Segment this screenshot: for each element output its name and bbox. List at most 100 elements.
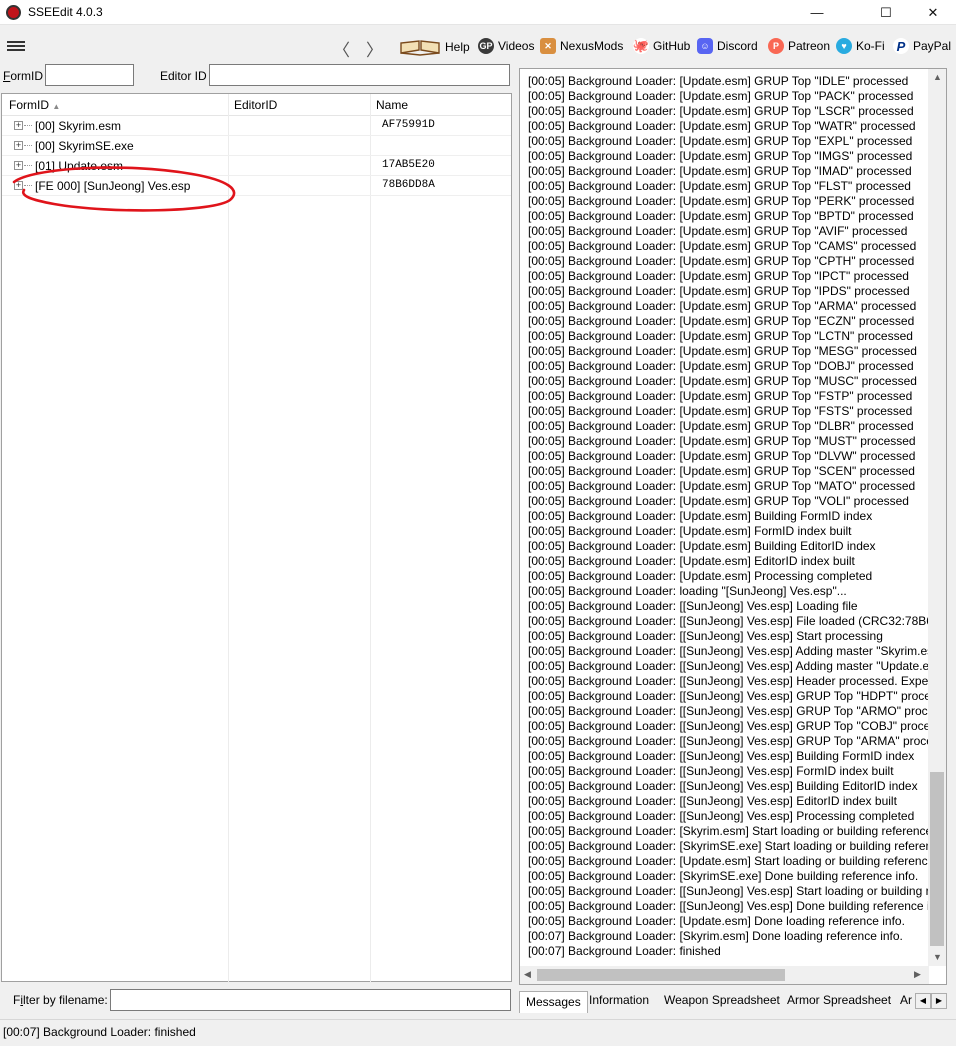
back-arrow-icon[interactable]: 〈 [333, 36, 350, 61]
log-line: [00:05] Background Loader: [SkyrimSE.exe… [528, 839, 928, 853]
status-text: [00:07] Background Loader: finished [3, 1025, 196, 1039]
tab-scroll-right-icon[interactable]: ▶ [931, 993, 947, 1009]
tree-row[interactable]: + [00] Skyrim.esm AF75991D [2, 116, 511, 136]
patreon-icon: P [768, 38, 784, 54]
videos-link[interactable]: GP Videos [478, 38, 534, 54]
tab-armor-spreadsheet[interactable]: Armor Spreadsheet [781, 990, 897, 1011]
videos-label: Videos [498, 39, 535, 53]
log-line: [00:05] Background Loader: [Update.esm] … [528, 464, 915, 478]
log-line: [00:05] Background Loader: [Update.esm] … [528, 74, 909, 88]
log-line: [00:05] Background Loader: [Update.esm] … [528, 239, 917, 253]
log-line: [00:05] Background Loader: [[SunJeong] V… [528, 734, 928, 748]
videos-icon: GP [478, 38, 494, 54]
vertical-scroll-thumb[interactable] [930, 772, 944, 946]
column-formid[interactable]: FormID ▲ [9, 98, 60, 112]
maximize-button[interactable]: ☐ [863, 0, 909, 25]
tree-row[interactable]: + [00] SkyrimSE.exe [2, 136, 511, 156]
log-line: [00:05] Background Loader: [Update.esm] … [528, 914, 905, 928]
horizontal-scroll-thumb[interactable] [537, 969, 785, 981]
log-line: [00:05] Background Loader: [Update.esm] … [528, 854, 928, 868]
filter-input[interactable] [110, 989, 511, 1011]
log-line: [00:05] Background Loader: [[SunJeong] V… [528, 674, 928, 688]
log-line: [00:05] Background Loader: [Update.esm] … [528, 509, 873, 523]
kofi-link[interactable]: ♥ Ko-Fi [836, 38, 885, 54]
horizontal-scrollbar[interactable]: ◀ ▶ [520, 966, 929, 984]
tree-row-value: 78B6DD8A [382, 179, 435, 191]
window-title: SSEEdit 4.0.3 [28, 5, 103, 19]
discord-link[interactable]: ☺ Discord [697, 38, 758, 54]
paypal-icon: P [893, 38, 909, 54]
expand-icon[interactable]: + [14, 141, 23, 150]
status-bar: [00:07] Background Loader: finished [0, 1019, 956, 1046]
formid-label: FormID [3, 69, 44, 83]
nexusmods-link[interactable]: ✕ NexusMods [540, 38, 623, 54]
github-link[interactable]: 🐙 GitHub [633, 38, 690, 54]
log-line: [00:05] Background Loader: [SkyrimSE.exe… [528, 869, 919, 883]
scroll-down-icon[interactable]: ▼ [933, 952, 942, 962]
log-line: [00:05] Background Loader: [Update.esm] … [528, 329, 913, 343]
editorid-label: Editor ID [160, 69, 207, 83]
scroll-left-icon[interactable]: ◀ [524, 969, 531, 980]
app-icon [6, 5, 21, 20]
messages-log[interactable]: [00:05] Background Loader: [Update.esm] … [519, 68, 947, 985]
minimize-button[interactable]: — [794, 0, 840, 25]
tree-header: FormID ▲ EditorID Name [2, 94, 511, 116]
toolbar: 〈 〉 Help GP Videos ✕ NexusMods 🐙 GitHub … [0, 25, 956, 65]
expand-icon[interactable]: + [14, 121, 23, 130]
patreon-label: Patreon [788, 39, 831, 53]
tree-row-name: [00] SkyrimSE.exe [35, 139, 134, 153]
paypal-label: PayPal [913, 39, 952, 53]
log-line: [00:05] Background Loader: [Update.esm] … [528, 164, 912, 178]
patreon-link[interactable]: P Patreon [768, 38, 830, 54]
scroll-right-icon[interactable]: ▶ [914, 969, 921, 980]
log-line: [00:05] Background Loader: [Update.esm] … [528, 269, 909, 283]
log-lines: [00:05] Background Loader: [Update.esm] … [528, 74, 928, 959]
book-icon [400, 40, 440, 56]
column-name[interactable]: Name [376, 98, 408, 112]
column-divider [370, 94, 371, 983]
red-circle-annotation [12, 166, 236, 212]
sort-ascending-icon: ▲ [52, 102, 61, 111]
tab-weapon-spreadsheet[interactable]: Weapon Spreadsheet [658, 990, 786, 1011]
tab-information[interactable]: Information [583, 990, 655, 1011]
log-line: [00:05] Background Loader: [[SunJeong] V… [528, 764, 894, 778]
log-line: [00:05] Background Loader: [Update.esm] … [528, 554, 855, 568]
formid-input[interactable] [45, 64, 134, 86]
tree-row-name: [00] Skyrim.esm [35, 119, 122, 133]
menu-icon[interactable] [7, 41, 25, 52]
log-line: [00:05] Background Loader: [Update.esm] … [528, 299, 917, 313]
help-label: Help [445, 40, 470, 54]
log-line: [00:05] Background Loader: [[SunJeong] V… [528, 704, 928, 718]
log-line: [00:05] Background Loader: [Update.esm] … [528, 524, 852, 538]
github-label: GitHub [653, 39, 691, 53]
log-line: [00:05] Background Loader: [Update.esm] … [528, 389, 913, 403]
log-line: [00:05] Background Loader: [[SunJeong] V… [528, 644, 928, 658]
scroll-up-icon[interactable]: ▲ [933, 72, 942, 82]
tab-scroll-left-icon[interactable]: ◀ [915, 993, 931, 1009]
column-editorid[interactable]: EditorID [234, 98, 277, 112]
editorid-input[interactable] [209, 64, 510, 86]
log-line: [00:05] Background Loader: [Update.esm] … [528, 134, 913, 148]
paypal-link[interactable]: P PayPal [893, 38, 951, 54]
github-icon: 🐙 [632, 38, 650, 54]
log-line: [00:05] Background Loader: [Update.esm] … [528, 314, 915, 328]
log-line: [00:05] Background Loader: [Update.esm] … [528, 119, 916, 133]
kofi-icon: ♥ [836, 38, 852, 54]
log-line: [00:05] Background Loader: [[SunJeong] V… [528, 884, 928, 898]
vertical-scrollbar[interactable]: ▲ ▼ [928, 69, 946, 966]
log-line: [00:05] Background Loader: [Update.esm] … [528, 344, 917, 358]
tab-messages[interactable]: Messages [519, 991, 588, 1013]
log-line: [00:05] Background Loader: [[SunJeong] V… [528, 599, 858, 613]
log-line: [00:05] Background Loader: [Update.esm] … [528, 494, 909, 508]
help-link[interactable]: Help [399, 38, 470, 56]
bottom-tabs: Messages Information Weapon Spreadsheet … [519, 990, 949, 1013]
log-line: [00:05] Background Loader: loading "[Sun… [528, 584, 847, 598]
close-button[interactable]: ✕ [910, 0, 956, 25]
log-line: [00:05] Background Loader: [[SunJeong] V… [528, 629, 883, 643]
log-line: [00:05] Background Loader: [[SunJeong] V… [528, 659, 928, 673]
log-line: [00:05] Background Loader: [Update.esm] … [528, 404, 913, 418]
log-line: [00:05] Background Loader: [Update.esm] … [528, 284, 910, 298]
log-line: [00:05] Background Loader: [Update.esm] … [528, 209, 914, 223]
forward-arrow-icon[interactable]: 〉 [366, 36, 383, 61]
plugin-tree[interactable]: FormID ▲ EditorID Name + [00] Skyrim.esm… [1, 93, 512, 983]
